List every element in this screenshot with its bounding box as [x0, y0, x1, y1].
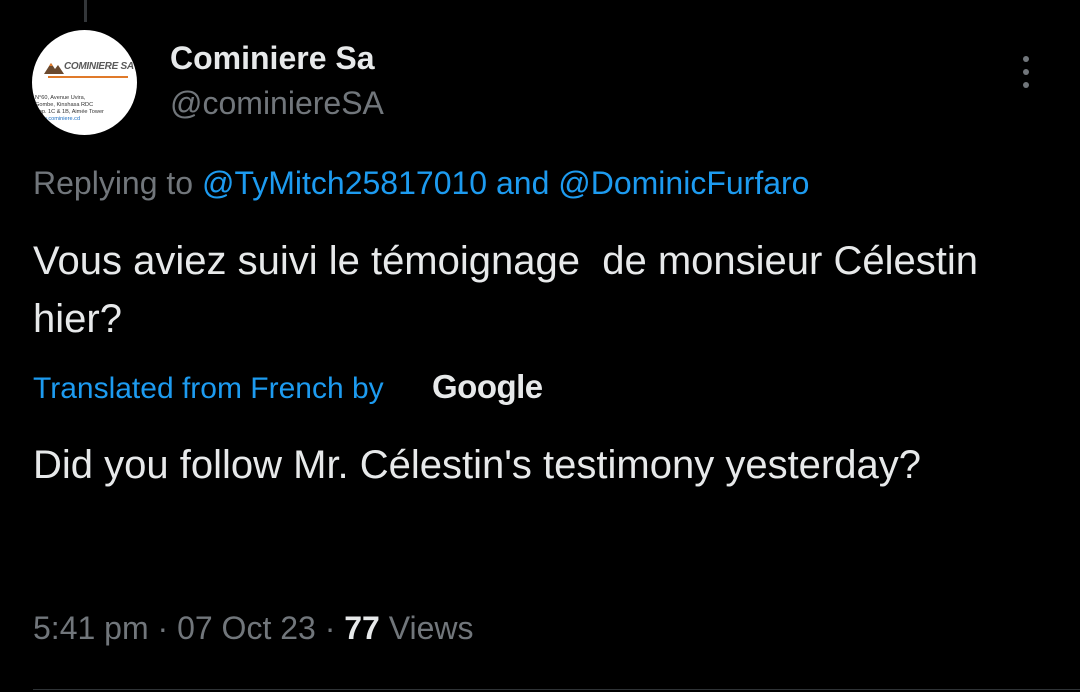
reply-mention-link[interactable]: @DominicFurfaro: [558, 165, 809, 201]
author-handle[interactable]: @cominiereSA: [170, 85, 384, 122]
avatar-address-website: www.cominiere.cd: [35, 116, 81, 122]
more-options-button[interactable]: [1014, 52, 1038, 92]
avatar-logo: COMINIERE SA: [44, 60, 134, 74]
meta-separator: ·: [157, 610, 169, 646]
avatar[interactable]: COMINIERE SA N°60, Avenue Uvira, Gombe, …: [32, 30, 137, 135]
google-logo: Google: [432, 368, 543, 405]
reply-mention-connector: and: [495, 165, 550, 201]
replying-to-label: Replying to: [33, 165, 194, 201]
more-vertical-icon: [1023, 56, 1029, 62]
meta-separator: ·: [324, 610, 336, 646]
replying-to: Replying to @TyMitch25817010 and @Domini…: [33, 165, 809, 202]
avatar-logo-underline: [48, 76, 128, 78]
avatar-address: N°60, Avenue Uvira, Gombe, Kinshasa RDC …: [35, 95, 104, 123]
tweet-text-translated: Did you follow Mr. Célestin's testimony …: [33, 443, 921, 487]
reply-mention-link[interactable]: @TyMitch25817010: [202, 165, 487, 201]
divider: [33, 689, 1080, 690]
more-vertical-icon-dot: [1023, 69, 1029, 75]
author-display-name[interactable]: Cominiere Sa: [170, 40, 375, 77]
translation-attribution[interactable]: Translated from French by: [33, 372, 384, 406]
avatar-address-line: Gombe, Kinshasa RDC: [35, 102, 94, 108]
more-vertical-icon-dot: [1023, 82, 1029, 88]
avatar-address-line: App. 1C & 1B, Aimée Tower: [35, 109, 104, 115]
tweet-time[interactable]: 5:41 pm: [33, 610, 149, 646]
tweet-text-original: Vous aviez suivi le témoignage de monsie…: [33, 239, 1001, 341]
avatar-address-line: N°60, Avenue Uvira,: [35, 95, 86, 101]
views-label: Views: [388, 610, 474, 646]
tweet-date[interactable]: 07 Oct 23: [177, 610, 316, 646]
views-count: 77: [344, 610, 380, 646]
tweet-metadata: 5:41 pm · 07 Oct 23 · 77 Views: [33, 610, 474, 647]
mountain-logo-icon: [44, 63, 64, 74]
thread-connector-line: [84, 0, 87, 22]
avatar-logo-text: COMINIERE SA: [64, 61, 134, 72]
